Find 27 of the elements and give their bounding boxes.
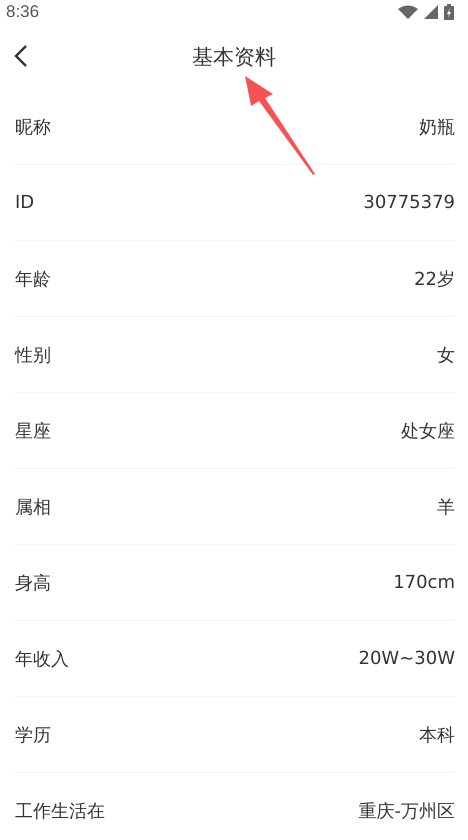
wifi-icon bbox=[398, 5, 418, 19]
field-value: 30775379 bbox=[363, 192, 455, 213]
field-value: 20W~30W bbox=[358, 648, 455, 669]
field-value: 女 bbox=[437, 344, 455, 366]
back-button[interactable] bbox=[14, 44, 30, 68]
field-value: 重庆-万州区 bbox=[358, 800, 455, 822]
field-label: 性别 bbox=[15, 344, 51, 366]
field-value: 22岁 bbox=[414, 268, 455, 290]
field-label: 星座 bbox=[15, 420, 51, 442]
field-value: 羊 bbox=[437, 496, 455, 518]
field-label: 工作生活在 bbox=[15, 800, 105, 822]
field-label: 年龄 bbox=[15, 268, 51, 290]
signal-icon bbox=[424, 5, 438, 19]
field-label: 身高 bbox=[15, 572, 51, 594]
battery-icon bbox=[444, 4, 454, 20]
status-time: 8:36 bbox=[6, 2, 40, 22]
field-value: 本科 bbox=[419, 724, 455, 746]
page-title: 基本资料 bbox=[192, 44, 276, 70]
back-icon bbox=[14, 45, 28, 67]
field-value: 170cm bbox=[393, 572, 455, 593]
field-label: 学历 bbox=[15, 724, 51, 746]
field-label: 年收入 bbox=[15, 648, 69, 670]
field-label: 昵称 bbox=[15, 116, 51, 138]
field-label: 属相 bbox=[15, 496, 51, 518]
field-label: ID bbox=[15, 192, 34, 213]
field-value: 奶瓶 bbox=[419, 116, 455, 138]
field-value: 处女座 bbox=[401, 420, 455, 442]
